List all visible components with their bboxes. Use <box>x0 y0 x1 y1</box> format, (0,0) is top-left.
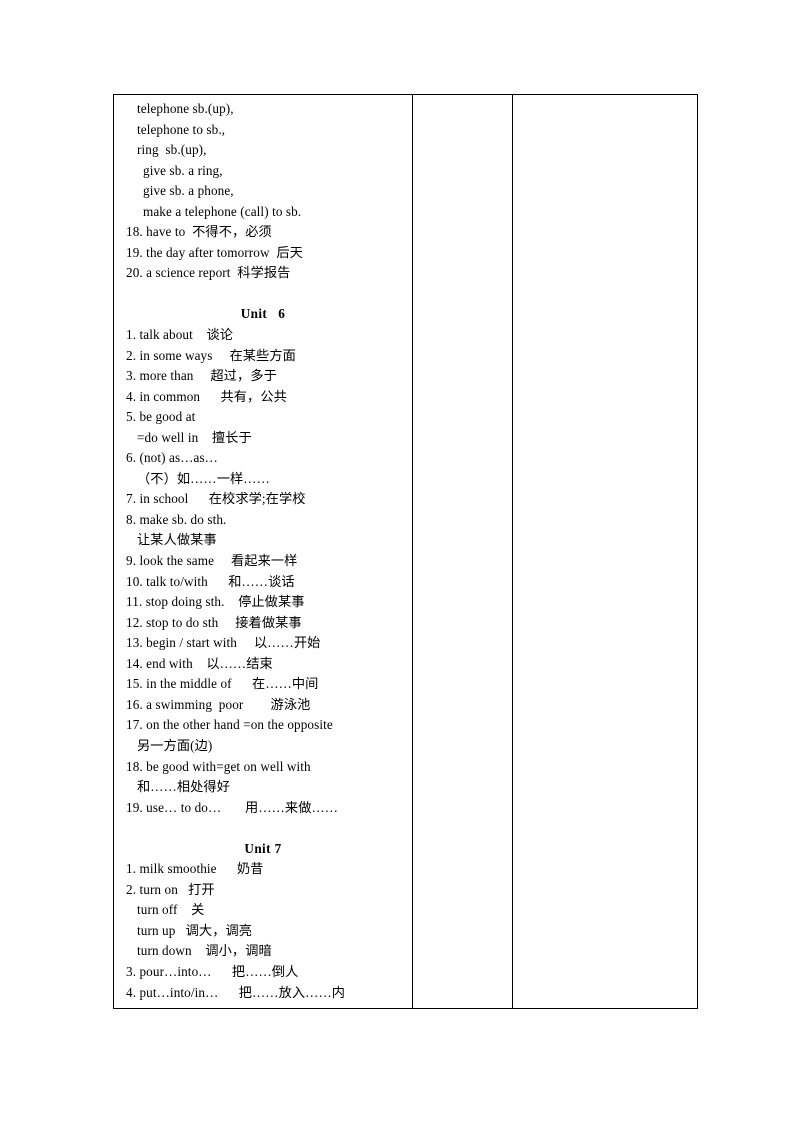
right-column-content <box>513 95 697 104</box>
phrase-line: 18. be good with=get on well with <box>126 758 311 774</box>
phrase-line: 14. end with 以……结束 <box>126 655 273 671</box>
phrase-line: turn off 关 <box>137 902 205 918</box>
phrase-line: 和……相处得好 <box>137 779 231 795</box>
phrase-line: 2. in some ways 在某些方面 <box>126 347 296 363</box>
phrase-line: 7. in school 在校求学;在学校 <box>126 491 306 507</box>
phrase-line: 20. a science report 科学报告 <box>126 265 291 281</box>
middle-column-cell <box>412 93 513 1010</box>
phrases-cell-content: telephone sb.(up), telephone to sb., ring … <box>114 95 412 1008</box>
unit6-lines: 1. talk about 谈论 2. in some ways 在某些方面 3. … <box>116 325 410 839</box>
phrase-line: 18. have to 不得不，必须 <box>126 224 272 240</box>
unit7-lines: 1. milk smoothie 奶昔 2. turn on 打开 turn off… <box>116 859 410 1003</box>
phrase-line: telephone sb.(up), <box>137 101 234 116</box>
unit6-section: Unit 6 1. talk about 谈论 2. in some ways 在… <box>116 304 410 838</box>
phrase-line: 17. on the other hand =on the opposite <box>126 717 333 733</box>
phrase-line: 15. in the middle of 在……中间 <box>126 676 319 692</box>
phrase-line: 11. stop doing sth. 停止做某事 <box>126 594 305 610</box>
phrase-line: =do well in 擅长于 <box>137 429 252 445</box>
middle-column-content <box>413 95 512 104</box>
document-page: telephone sb.(up), telephone to sb., ring … <box>0 0 794 1123</box>
phrase-line: 13. begin / start with 以……开始 <box>126 635 321 651</box>
phrase-line <box>116 284 410 305</box>
phrase-line: 10. talk to/with 和……谈话 <box>126 573 295 589</box>
phrases-column-cell: telephone sb.(up), telephone to sb., ring … <box>113 93 413 1010</box>
phrase-line: 3. pour…into… 把……倒人 <box>126 963 299 979</box>
table-row: telephone sb.(up), telephone to sb., ring … <box>113 93 698 1010</box>
unit7-heading: Unit 7 <box>244 840 282 856</box>
phrase-line: telephone to sb., <box>137 121 226 137</box>
unit7-section: Unit 7 1. milk smoothie 奶昔 2. turn on 打开 t… <box>116 839 410 1003</box>
phrase-line: 19. the day after tomorrow 后天 <box>126 244 303 260</box>
phrase-line: turn down 调小，调暗 <box>137 943 272 959</box>
top-section: telephone sb.(up), telephone to sb., ring … <box>116 99 410 304</box>
phrase-line: 9. look the same 看起来一样 <box>126 553 298 569</box>
phrase-line: 3. more than 超过，多于 <box>126 368 277 384</box>
phrase-line: 16. a swimming poor 游泳池 <box>126 696 311 712</box>
phrase-line: give sb. a phone, <box>143 183 234 199</box>
phrase-line: 1. talk about 谈论 <box>126 327 234 343</box>
phrase-line: 5. be good at <box>126 409 196 425</box>
phrase-line: 另一方面(边) <box>137 737 213 753</box>
right-column-cell <box>512 93 698 1010</box>
vocabulary-table: telephone sb.(up), telephone to sb., ring … <box>113 93 698 1010</box>
phrase-line: make a telephone (call) to sb. <box>143 203 302 219</box>
phrase-line: turn up 调大，调亮 <box>137 922 253 938</box>
phrase-line: 19. use… to do… 用……来做…… <box>126 799 339 815</box>
phrase-line: give sb. a ring, <box>143 162 223 178</box>
phrase-line: ring sb.(up), <box>137 142 207 158</box>
phrase-line: 12. stop to do sth 接着做某事 <box>126 614 302 630</box>
phrase-line <box>116 818 410 839</box>
unit6-heading: Unit 6 <box>240 306 286 322</box>
phrase-line: 1. milk smoothie 奶昔 <box>126 861 264 877</box>
phrase-line: （不）如……一样…… <box>137 470 270 486</box>
phrase-line: 8. make sb. do sth. <box>126 511 227 527</box>
phrase-line: 2. turn on 打开 <box>126 881 215 897</box>
phrase-line: 4. put…into/in… 把……放入……内 <box>126 984 346 1000</box>
phrase-line: 6. (not) as…as… <box>126 450 218 466</box>
phrase-line: 让某人做某事 <box>137 532 217 548</box>
phrase-line: 4. in common 共有，公共 <box>126 388 287 404</box>
